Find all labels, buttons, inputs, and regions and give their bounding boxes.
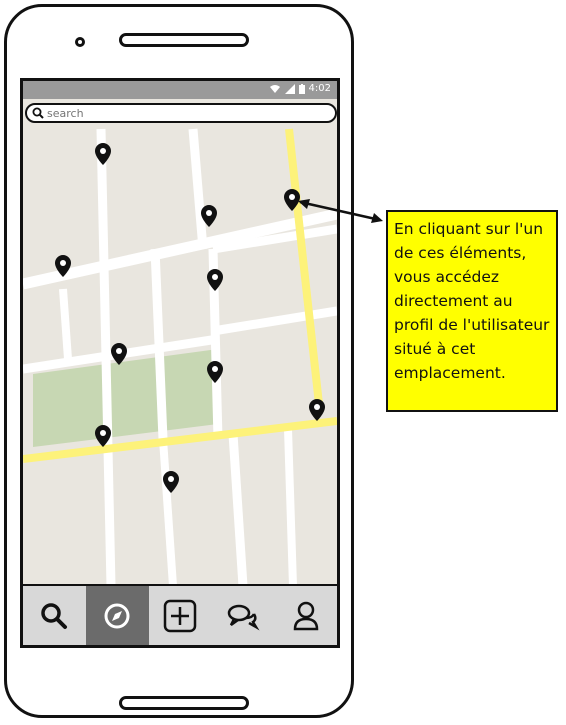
plus-square-icon (163, 599, 197, 632)
status-bar: 4:02 (23, 81, 337, 99)
nav-add[interactable] (149, 586, 212, 645)
search-icon (32, 107, 44, 119)
camera (75, 37, 85, 47)
compass-icon (104, 603, 130, 628)
map-view[interactable] (23, 99, 337, 586)
signal-icon (284, 83, 295, 94)
user-icon (293, 601, 318, 630)
nav-explore[interactable] (85, 586, 149, 645)
nav-profile[interactable] (274, 586, 337, 645)
bottom-nav (23, 584, 337, 645)
annotation-arrow (298, 199, 383, 223)
phone-screen: 4:02 (20, 78, 340, 648)
search-input[interactable] (47, 106, 327, 120)
search-icon (41, 602, 68, 629)
search-bar[interactable] (25, 103, 337, 123)
status-time: 4:02 (308, 83, 331, 94)
chat-icon (227, 604, 260, 630)
annotation-note: En cliquant sur l'un de ces éléments, vo… (386, 210, 558, 412)
wifi-icon (269, 84, 280, 93)
home-button[interactable] (119, 696, 249, 710)
speaker (119, 33, 249, 47)
nav-search[interactable] (23, 586, 86, 645)
battery-icon (298, 83, 305, 94)
nav-messages[interactable] (211, 586, 274, 645)
